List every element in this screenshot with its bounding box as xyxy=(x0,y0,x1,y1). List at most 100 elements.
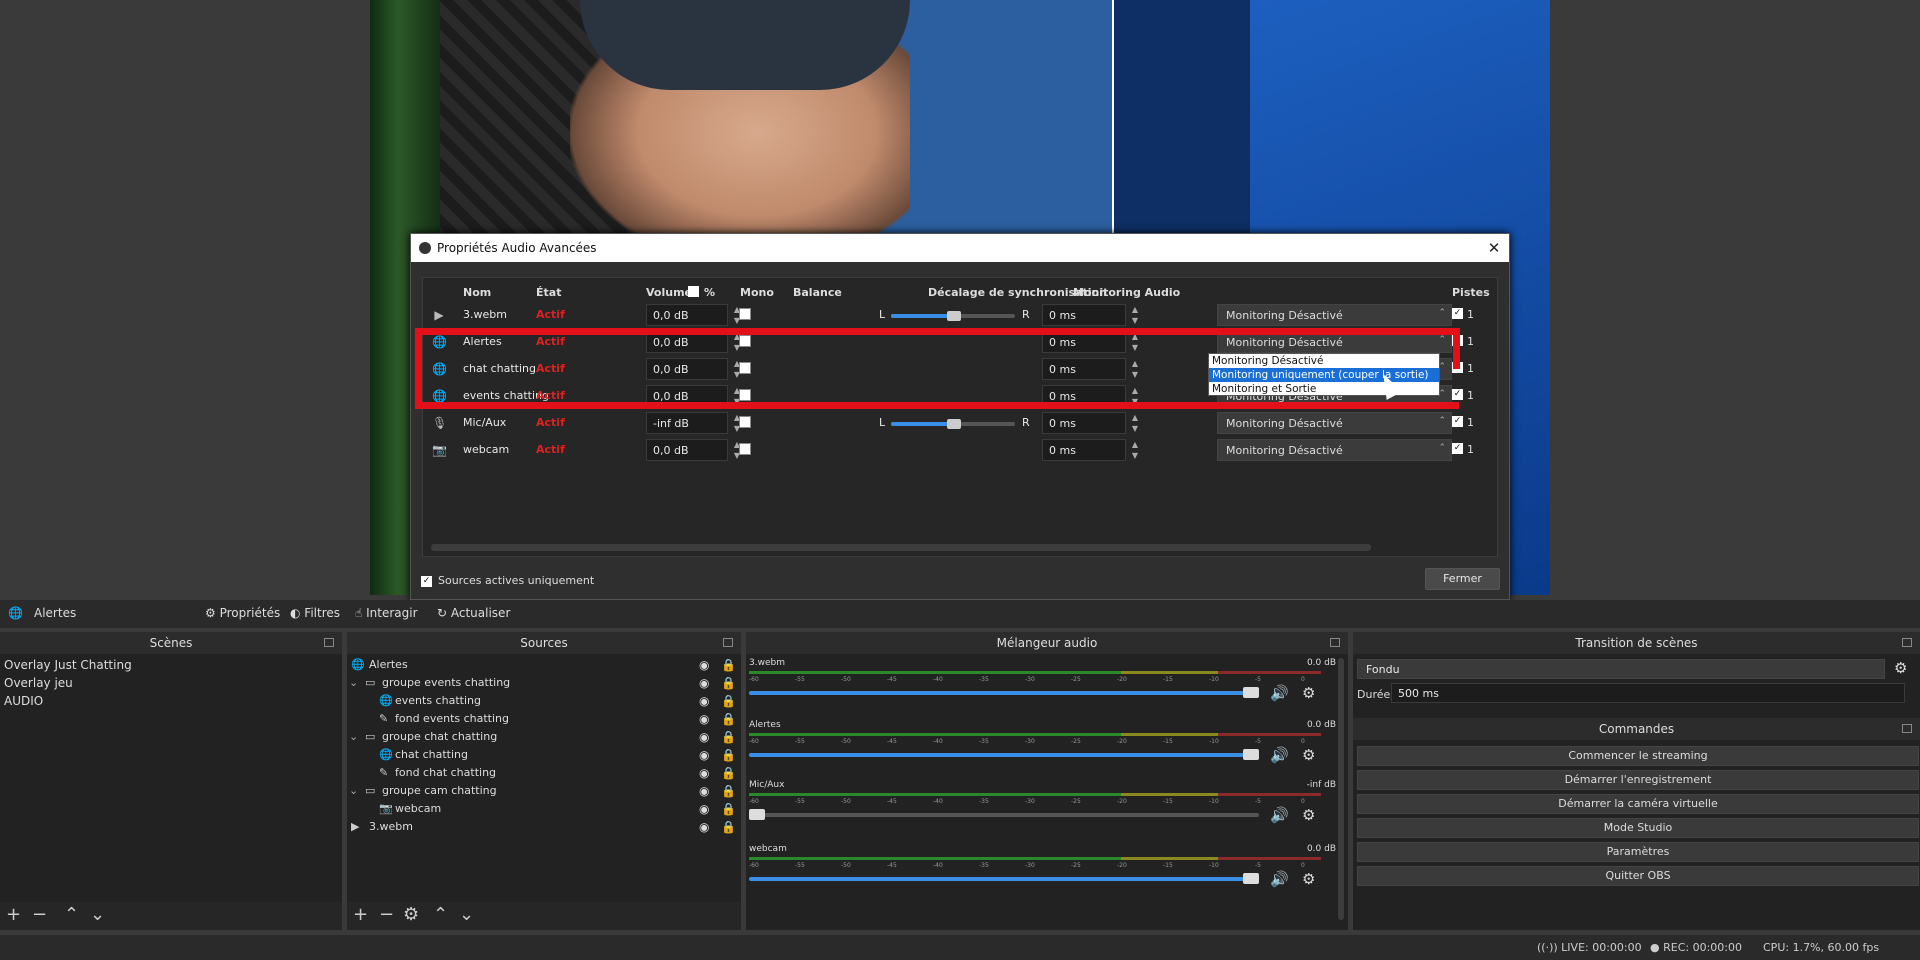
eye-icon[interactable]: ◉ xyxy=(699,746,709,764)
eye-icon[interactable]: ◉ xyxy=(699,710,709,728)
close-button[interactable]: Fermer xyxy=(1425,568,1500,590)
chevron-down-icon[interactable]: ⌄ xyxy=(349,674,358,692)
source-item[interactable]: ✎ fond events chatting ◉ 🔒 xyxy=(347,710,741,728)
percent-checkbox[interactable] xyxy=(688,286,699,297)
lock-icon[interactable]: 🔒 xyxy=(721,710,736,728)
command-button[interactable]: Démarrer la caméra virtuelle xyxy=(1357,794,1919,814)
command-button[interactable]: Paramètres xyxy=(1357,842,1919,862)
gear-icon[interactable]: ⚙ xyxy=(1302,684,1315,702)
track-checkbox[interactable]: ✓ xyxy=(1452,416,1463,427)
mono-checkbox[interactable] xyxy=(739,308,751,320)
add-source-icon[interactable]: + xyxy=(353,904,368,925)
undock-icon[interactable] xyxy=(324,638,334,647)
volume-knob[interactable] xyxy=(749,809,765,820)
undock-icon[interactable] xyxy=(1330,638,1340,647)
lock-icon[interactable]: 🔒 xyxy=(721,800,736,818)
volume-input[interactable]: -inf dB xyxy=(646,412,728,434)
monitoring-select[interactable]: Monitoring Désactivé ⌃ xyxy=(1217,439,1452,461)
eye-icon[interactable]: ◉ xyxy=(699,656,709,674)
volume-knob[interactable] xyxy=(1243,687,1259,698)
command-button[interactable]: Quitter OBS xyxy=(1357,866,1919,886)
lock-icon[interactable]: 🔒 xyxy=(721,746,736,764)
lock-icon[interactable]: 🔒 xyxy=(721,818,736,836)
source-item[interactable]: ▶ 3.webm ◉ 🔒 xyxy=(347,818,741,836)
move-up-icon[interactable]: ⌃ xyxy=(433,904,448,925)
transition-settings-icon[interactable]: ⚙ xyxy=(1894,659,1907,677)
sources-active-checkbox[interactable]: ✓ Sources actives uniquement xyxy=(421,574,594,587)
sync-offset-input[interactable]: 0 ms xyxy=(1042,412,1126,434)
move-down-icon[interactable]: ⌄ xyxy=(459,904,474,925)
source-item[interactable]: 🌐 events chatting ◉ 🔒 xyxy=(347,692,741,710)
dropdown-option-monitor-only[interactable]: Monitoring uniquement (couper la sortie) xyxy=(1209,368,1439,382)
filters-button[interactable]: ◐ Filtres xyxy=(290,606,340,620)
volume-knob[interactable] xyxy=(1243,873,1259,884)
balance-knob[interactable] xyxy=(947,311,961,321)
transition-select[interactable]: Fondu xyxy=(1357,659,1885,679)
volume-slider[interactable] xyxy=(749,809,1259,820)
eye-icon[interactable]: ◉ xyxy=(699,728,709,746)
chevron-down-icon[interactable]: ⌄ xyxy=(349,782,358,800)
properties-button[interactable]: ⚙ Propriétés xyxy=(205,606,280,620)
source-item[interactable]: 🌐 Alertes ◉ 🔒 xyxy=(347,656,741,674)
gear-icon[interactable]: ⚙ xyxy=(1302,746,1315,764)
lock-icon[interactable]: 🔒 xyxy=(721,674,736,692)
balance-slider[interactable] xyxy=(891,311,1015,321)
mono-checkbox[interactable] xyxy=(739,416,751,428)
sync-stepper[interactable]: ▲ ▼ xyxy=(1129,439,1141,461)
remove-scene-icon[interactable]: − xyxy=(32,904,47,925)
horizontal-scrollbar[interactable] xyxy=(431,544,1371,551)
undock-icon[interactable] xyxy=(723,638,733,647)
speaker-icon[interactable]: 🔊 xyxy=(1270,746,1289,764)
lock-icon[interactable]: 🔒 xyxy=(721,692,736,710)
remove-source-icon[interactable]: − xyxy=(379,904,394,925)
command-button[interactable]: Mode Studio xyxy=(1357,818,1919,838)
gear-icon[interactable]: ⚙ xyxy=(1302,870,1315,888)
source-item[interactable]: ⌄ ▭ groupe cam chatting ◉ 🔒 xyxy=(347,782,741,800)
mono-checkbox[interactable] xyxy=(739,443,751,455)
move-up-icon[interactable]: ⌃ xyxy=(64,904,79,925)
undock-icon[interactable] xyxy=(1902,724,1912,733)
speaker-icon[interactable]: 🔊 xyxy=(1270,684,1289,702)
lock-icon[interactable]: 🔒 xyxy=(721,656,736,674)
source-settings-icon[interactable]: ⚙ xyxy=(403,904,419,925)
source-item[interactable]: ⌄ ▭ groupe events chatting ◉ 🔒 xyxy=(347,674,741,692)
duration-input[interactable]: 500 ms xyxy=(1391,683,1905,703)
source-item[interactable]: 🌐 chat chatting ◉ 🔒 xyxy=(347,746,741,764)
volume-knob[interactable] xyxy=(1243,749,1259,760)
close-icon[interactable]: ✕ xyxy=(1484,238,1504,258)
scene-item[interactable]: Overlay jeu xyxy=(4,674,73,692)
source-item[interactable]: 📷 webcam ◉ 🔒 xyxy=(347,800,741,818)
volume-input[interactable]: 0,0 dB xyxy=(646,439,728,461)
volume-slider[interactable] xyxy=(749,873,1259,884)
lock-icon[interactable]: 🔒 xyxy=(721,728,736,746)
source-item[interactable]: ✎ fond chat chatting ◉ 🔒 xyxy=(347,764,741,782)
eye-icon[interactable]: ◉ xyxy=(699,674,709,692)
source-item[interactable]: ⌄ ▭ groupe chat chatting ◉ 🔒 xyxy=(347,728,741,746)
track-checkbox[interactable]: ✓ xyxy=(1452,308,1463,319)
volume-slider[interactable] xyxy=(749,687,1259,698)
lock-icon[interactable]: 🔒 xyxy=(721,782,736,800)
volume-slider[interactable] xyxy=(749,749,1259,760)
sync-stepper[interactable]: ▲ ▼ xyxy=(1129,304,1141,326)
sync-stepper[interactable]: ▲ ▼ xyxy=(1129,412,1141,434)
chevron-down-icon[interactable]: ⌄ xyxy=(349,728,358,746)
command-button[interactable]: Démarrer l'enregistrement xyxy=(1357,770,1919,790)
eye-icon[interactable]: ◉ xyxy=(699,818,709,836)
eye-icon[interactable]: ◉ xyxy=(699,692,709,710)
balance-knob[interactable] xyxy=(947,419,961,429)
sync-offset-input[interactable]: 0 ms xyxy=(1042,439,1126,461)
track-checkbox[interactable]: ✓ xyxy=(1452,443,1463,454)
undock-icon[interactable] xyxy=(1902,638,1912,647)
volume-input[interactable]: 0,0 dB xyxy=(646,304,728,326)
command-button[interactable]: Commencer le streaming xyxy=(1357,746,1919,766)
balance-slider[interactable] xyxy=(891,419,1015,429)
refresh-button[interactable]: ↻ Actualiser xyxy=(437,606,510,620)
mixer-scrollbar[interactable] xyxy=(1338,658,1344,920)
speaker-icon[interactable]: 🔊 xyxy=(1270,806,1289,824)
add-scene-icon[interactable]: + xyxy=(6,904,21,925)
eye-icon[interactable]: ◉ xyxy=(699,764,709,782)
move-down-icon[interactable]: ⌄ xyxy=(90,904,105,925)
scene-item[interactable]: AUDIO xyxy=(4,692,43,710)
sync-offset-input[interactable]: 0 ms xyxy=(1042,304,1126,326)
gear-icon[interactable]: ⚙ xyxy=(1302,806,1315,824)
